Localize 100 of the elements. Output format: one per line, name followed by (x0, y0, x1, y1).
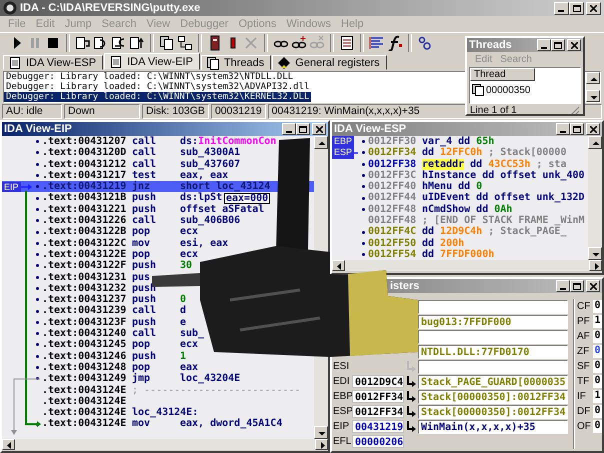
minimize-button[interactable] (537, 39, 551, 51)
operand-text: eax (180, 362, 198, 373)
mnemonic-text: jnz (132, 181, 150, 192)
register-value[interactable]: 0012D9C4 (352, 375, 404, 388)
flag-name: ZF (577, 346, 590, 357)
register-value[interactable]: 0012FF34 (352, 390, 404, 403)
close-icon (590, 4, 597, 12)
address-text: .text:00431207 (42, 136, 128, 148)
tab[interactable]: IDA View-EIP (104, 53, 200, 70)
flag-value[interactable]: 0 (593, 375, 602, 388)
description-field[interactable]: Stack[00000350]:0012FF34 (418, 390, 568, 404)
minimize-button[interactable] (556, 123, 570, 135)
flag-value[interactable]: 0 (593, 330, 602, 343)
flag-value[interactable]: 0 (593, 360, 602, 373)
window-title: IDA View-EIP (4, 123, 73, 135)
number-text: 0 (180, 294, 186, 306)
address-text: .text:00431249 (42, 373, 128, 385)
thread-row[interactable]: 00000350 (470, 81, 532, 99)
toolbar-button[interactable] (176, 33, 194, 53)
description-field[interactable] (418, 300, 568, 314)
description-field[interactable]: bug013:7FFDF000 (418, 314, 568, 328)
address-text: .text:00431232 (42, 282, 128, 294)
flag-value[interactable]: 0 (593, 300, 602, 313)
scroll-right-icon[interactable] (315, 439, 328, 450)
close-icon (570, 42, 578, 48)
mnemonic-text: pop (132, 226, 152, 238)
flag-value[interactable]: 1 (593, 315, 602, 328)
flag-value[interactable]: 1 (593, 390, 602, 403)
close-button[interactable] (312, 123, 326, 135)
description-field[interactable]: Stack[00000350]:0012FF34 (418, 404, 568, 418)
tab[interactable]: IDA View-ESP (3, 55, 104, 70)
toolbar-button[interactable] (158, 33, 176, 53)
scroll-left-icon[interactable] (332, 260, 345, 271)
minimize-button[interactable] (282, 123, 296, 135)
maximize-button[interactable] (570, 280, 584, 292)
address-text: .text:00431240 (42, 328, 128, 340)
address-text: .text:00431239 (42, 305, 128, 317)
return-arrow-icon[interactable] (406, 421, 416, 432)
mnemonic-text: push (132, 204, 158, 215)
maximize-button[interactable] (569, 2, 584, 14)
return-arrow-icon[interactable] (406, 391, 416, 402)
flag-value[interactable]: 0 (593, 405, 602, 418)
scroll-right-icon[interactable] (589, 260, 602, 271)
operand-text: ecx (180, 339, 198, 351)
tab[interactable]: Threads (200, 55, 272, 70)
toolbar-button[interactable] (338, 33, 356, 53)
scroll-left-icon[interactable] (2, 439, 15, 450)
maximize-button[interactable] (570, 123, 584, 135)
address-text: 0012FF4C (368, 226, 416, 238)
minimize-button[interactable] (554, 2, 569, 14)
data-text: dd (470, 158, 482, 170)
close-icon (316, 126, 322, 132)
description-field[interactable]: NTDLL.DLL:77FD0170 (418, 344, 568, 358)
scroll-down-icon[interactable] (586, 90, 600, 102)
flag-name: TF (577, 376, 590, 387)
scroll-down-icon[interactable] (314, 426, 328, 439)
mnemonic-text: pop (132, 248, 152, 260)
maximize-button[interactable] (296, 123, 310, 135)
scroll-up-icon[interactable] (588, 136, 602, 149)
data-text: nCmdShow dd (422, 204, 488, 215)
scroll-up-icon[interactable] (586, 72, 600, 84)
description-field[interactable] (418, 360, 568, 374)
scroll-down-icon[interactable] (588, 247, 602, 260)
address-text: .text:00431217 (42, 170, 128, 182)
tab[interactable]: General registers (272, 55, 387, 70)
horizontal-scrollbar[interactable] (332, 260, 602, 271)
column-header[interactable]: Thread (470, 68, 535, 81)
close-button[interactable] (586, 123, 600, 135)
address-text: .text:0043124E (42, 384, 128, 396)
toolbar-button[interactable] (386, 33, 404, 53)
vertical-scrollbar[interactable] (588, 136, 602, 260)
register-value[interactable]: 00431219 (352, 420, 404, 433)
resize-grip-icon[interactable] (570, 106, 580, 114)
number-text: 30 (180, 260, 192, 272)
data-text: 200h (440, 238, 464, 249)
horizontal-scrollbar[interactable] (2, 439, 328, 450)
address-text: .text:0043122F (42, 260, 128, 272)
flag-value[interactable]: 0 (593, 345, 602, 358)
flag-value[interactable]: 0 (593, 420, 602, 433)
vertical-scrollbar[interactable] (586, 72, 600, 102)
operand-text: sub_4300A1 (180, 147, 240, 159)
address-text: .text:0043124E (42, 407, 128, 418)
close-button[interactable] (586, 2, 601, 14)
scroll-up-icon[interactable] (314, 136, 328, 149)
function-icon (387, 35, 403, 51)
return-arrow-icon[interactable] (406, 406, 416, 417)
register-value[interactable]: 0012FF34 (352, 405, 404, 418)
register-value[interactable]: 00000206 (352, 435, 404, 448)
description-field[interactable] (418, 330, 568, 344)
maximize-button[interactable] (551, 39, 565, 51)
operand-text: short loc_43124 (180, 181, 270, 192)
mnemonic-text: call (132, 328, 158, 340)
operand-text: loc_43204E (180, 373, 240, 385)
comment-text: ; [END OF STACK FRAME _WinM (422, 215, 585, 226)
minimize-button[interactable] (556, 280, 570, 292)
return-arrow-icon[interactable] (406, 376, 416, 387)
description-field[interactable]: Stack_PAGE_GUARD[0000035 (418, 374, 568, 388)
close-button[interactable] (567, 39, 581, 51)
description-field[interactable]: WinMain(x,x,x,x)+35 (418, 420, 568, 434)
close-button[interactable] (586, 280, 600, 292)
